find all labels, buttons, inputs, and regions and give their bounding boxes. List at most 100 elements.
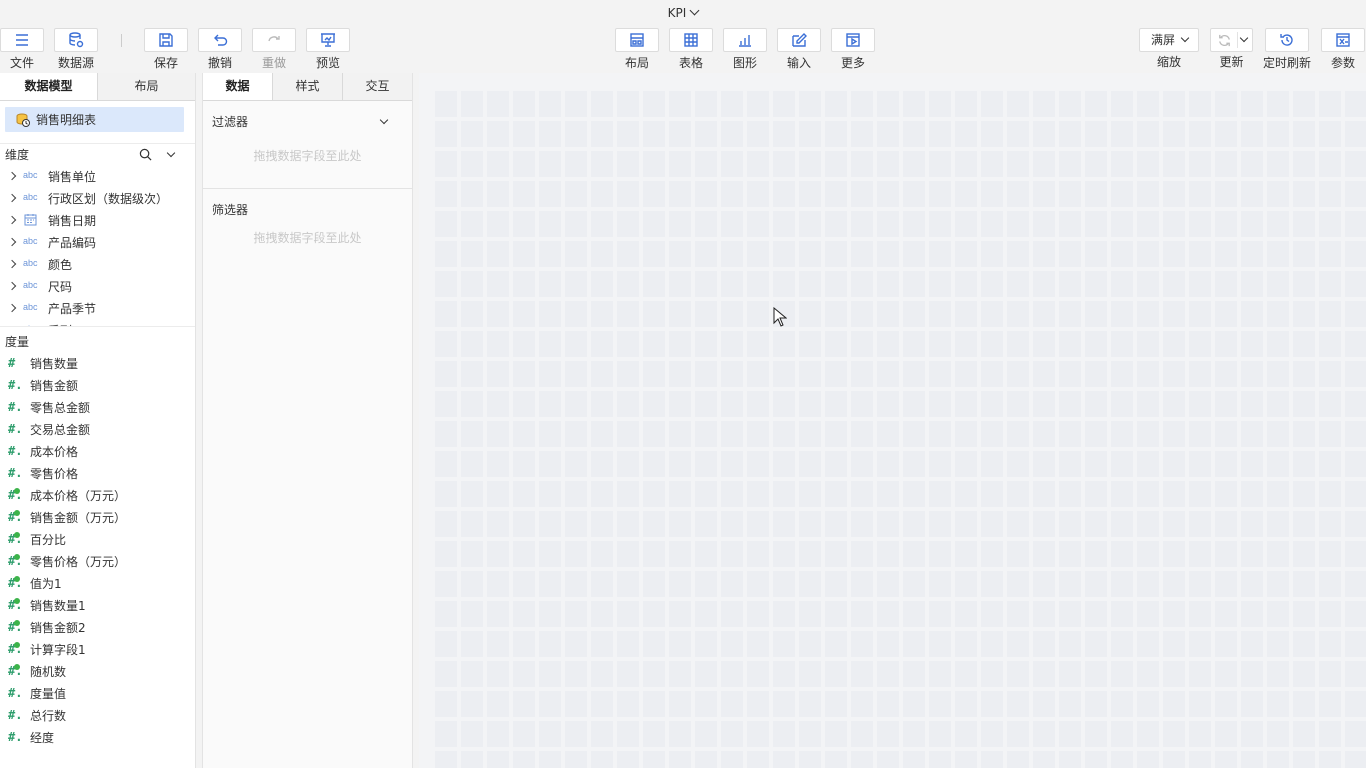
measure-item[interactable]: #. 度量值 — [0, 682, 195, 704]
dimension-item[interactable]: abc 产品季节 — [0, 297, 195, 319]
text-type-icon: abc — [23, 170, 38, 180]
dimension-item[interactable]: abc 尺码 — [0, 275, 195, 297]
menu-icon — [0, 28, 44, 52]
refresh-button[interactable] — [1210, 28, 1253, 52]
measure-label: 总行数 — [30, 708, 67, 723]
dimension-label: 销售日期 — [48, 213, 97, 228]
measure-icon: #. — [8, 444, 23, 458]
redo-icon — [252, 28, 296, 52]
measure-label: 销售金额2 — [30, 620, 86, 635]
scheduled-refresh-label: 定时刷新 — [1262, 56, 1311, 70]
measure-item[interactable]: #. 零售价格（万元） — [0, 550, 195, 572]
measure-item[interactable]: #. 零售总金额 — [0, 396, 195, 418]
measure-label: 成本价格 — [30, 444, 79, 459]
expand-icon[interactable] — [7, 303, 17, 313]
dataset-item[interactable]: 销售明细表 — [5, 107, 184, 132]
preview-button[interactable]: 预览 — [306, 28, 350, 71]
measure-item[interactable]: #. 值为1 — [0, 572, 195, 594]
database-icon — [54, 28, 98, 52]
dimension-item[interactable]: 销售日期 — [0, 209, 195, 231]
left-panel-tabs: 数据模型 布局 — [0, 73, 195, 101]
calculated-field-icon — [14, 642, 20, 648]
chevron-down-icon[interactable] — [379, 115, 389, 125]
file-button[interactable]: 文件 — [0, 28, 44, 71]
measure-item[interactable]: #. 销售金额（万元） — [0, 506, 195, 528]
measure-item[interactable]: #. 总行数 — [0, 704, 195, 726]
measure-icon: #. — [8, 466, 23, 480]
expand-icon[interactable] — [7, 193, 17, 203]
filter-drop-zone[interactable]: 拖拽数据字段至此处 — [203, 141, 412, 171]
input-button[interactable]: 输入 — [777, 28, 821, 71]
measure-item[interactable]: #. 销售数量1 — [0, 594, 195, 616]
measure-label: 值为1 — [30, 576, 62, 591]
measure-item[interactable]: #. 成本价格 — [0, 440, 195, 462]
dimension-item[interactable]: abc 系列 — [0, 319, 195, 327]
dimension-item[interactable]: abc 颜色 — [0, 253, 195, 275]
scheduled-refresh-button[interactable]: 定时刷新 — [1263, 28, 1311, 71]
tab-data-model[interactable]: 数据模型 — [0, 73, 98, 100]
params-icon — [1321, 28, 1365, 52]
measure-icon: #. — [8, 708, 23, 722]
measures-header: 度量 — [0, 330, 195, 352]
datasource-label: 数据源 — [57, 56, 94, 70]
calculated-field-icon — [14, 576, 20, 582]
tab-interaction[interactable]: 交互 — [343, 73, 412, 100]
save-label: 保存 — [153, 56, 178, 70]
measure-item[interactable]: # 销售数量 — [0, 352, 195, 374]
measure-item[interactable]: #. 销售金额 — [0, 374, 195, 396]
chevron-down-icon[interactable] — [166, 148, 176, 158]
expand-icon[interactable] — [7, 237, 17, 247]
expand-icon[interactable] — [7, 259, 17, 269]
selector-title: 筛选器 — [212, 202, 249, 217]
zoom-label: 缩放 — [1156, 55, 1181, 69]
dimension-item[interactable]: abc 销售单位 — [0, 165, 195, 187]
report-title[interactable]: KPI — [0, 0, 1366, 26]
refresh-dropdown-icon[interactable] — [1239, 33, 1249, 43]
save-icon — [144, 28, 188, 52]
measure-item[interactable]: #. 计算字段1 — [0, 638, 195, 660]
calculated-field-icon — [14, 532, 20, 538]
report-canvas[interactable] — [419, 73, 1366, 768]
params-button[interactable]: 参数 — [1321, 28, 1365, 71]
measure-label: 销售数量 — [30, 356, 79, 371]
measure-list: # 销售数量 #. 销售金额 #. 零售总金额 #. 交易总金额 #. 成本价格 #. 零售价格 #. 成… — [0, 352, 195, 748]
table-button[interactable]: 表格 — [669, 28, 713, 71]
measure-item[interactable]: #. 成本价格（万元） — [0, 484, 195, 506]
tab-data[interactable]: 数据 — [203, 73, 273, 100]
measure-item[interactable]: #. 随机数 — [0, 660, 195, 682]
preview-icon — [306, 28, 350, 52]
text-type-icon: abc — [23, 236, 38, 246]
measure-label: 度量值 — [30, 686, 67, 701]
more-button[interactable]: 更多 — [831, 28, 875, 71]
history-icon — [1265, 28, 1309, 52]
expand-icon[interactable] — [7, 281, 17, 291]
save-button[interactable]: 保存 — [144, 28, 188, 71]
datasource-button[interactable]: 数据源 — [54, 28, 98, 71]
chart-button[interactable]: 图形 — [723, 28, 767, 71]
expand-icon[interactable] — [7, 171, 17, 181]
measure-item[interactable]: #. 交易总金额 — [0, 418, 195, 440]
undo-button[interactable]: 撤销 — [198, 28, 242, 71]
measure-item[interactable]: #. 百分比 — [0, 528, 195, 550]
measure-label: 销售数量1 — [30, 598, 86, 613]
dimension-item[interactable]: abc 产品编码 — [0, 231, 195, 253]
measure-label: 成本价格（万元） — [30, 488, 127, 503]
measure-item[interactable]: #. 销售金额2 — [0, 616, 195, 638]
measure-item[interactable]: #. 零售价格 — [0, 462, 195, 484]
measure-label: 销售金额（万元） — [30, 510, 127, 525]
layout-label: 布局 — [624, 56, 649, 70]
tab-style[interactable]: 样式 — [273, 73, 343, 100]
layout-button[interactable]: 布局 — [615, 28, 659, 71]
chevron-down-icon — [689, 5, 700, 16]
dimension-item[interactable]: abc 行政区划（数据级次） — [0, 187, 195, 209]
chevron-down-icon — [1180, 33, 1190, 43]
expand-icon[interactable] — [7, 215, 17, 225]
zoom-select[interactable]: 满屏 — [1139, 28, 1199, 52]
text-type-icon: abc — [23, 302, 38, 312]
measure-item[interactable]: #. 经度 — [0, 726, 195, 748]
tab-layout[interactable]: 布局 — [98, 73, 195, 100]
search-icon[interactable] — [139, 148, 152, 161]
filter-header[interactable]: 过滤器 — [203, 101, 412, 141]
redo-button[interactable]: 重做 — [252, 28, 296, 71]
measures-title: 度量 — [5, 334, 30, 349]
